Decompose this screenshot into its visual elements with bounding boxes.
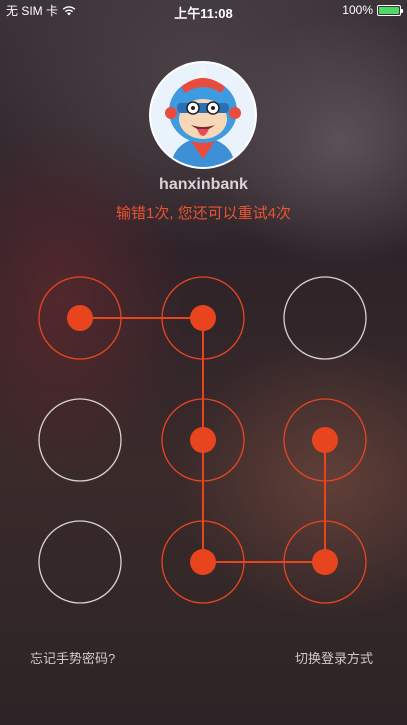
pattern-node-dot [312, 549, 338, 575]
switch-login-link[interactable]: 切换登录方式 [295, 648, 373, 667]
pattern-node-ring [283, 276, 367, 360]
pattern-node-dot [67, 305, 93, 331]
forgot-gesture-link[interactable]: 忘记手势密码? [30, 648, 115, 667]
pattern-node-dot [190, 305, 216, 331]
pattern-node-ring [38, 398, 122, 482]
gesture-pattern-pad[interactable] [0, 0, 407, 725]
pattern-node-dot [312, 427, 338, 453]
pattern-node-ring [38, 520, 122, 604]
pattern-node-3[interactable] [283, 276, 367, 360]
pattern-node-4[interactable] [38, 398, 122, 482]
pattern-node-dot [190, 549, 216, 575]
pattern-node-dot [190, 427, 216, 453]
pattern-node-7[interactable] [38, 520, 122, 604]
